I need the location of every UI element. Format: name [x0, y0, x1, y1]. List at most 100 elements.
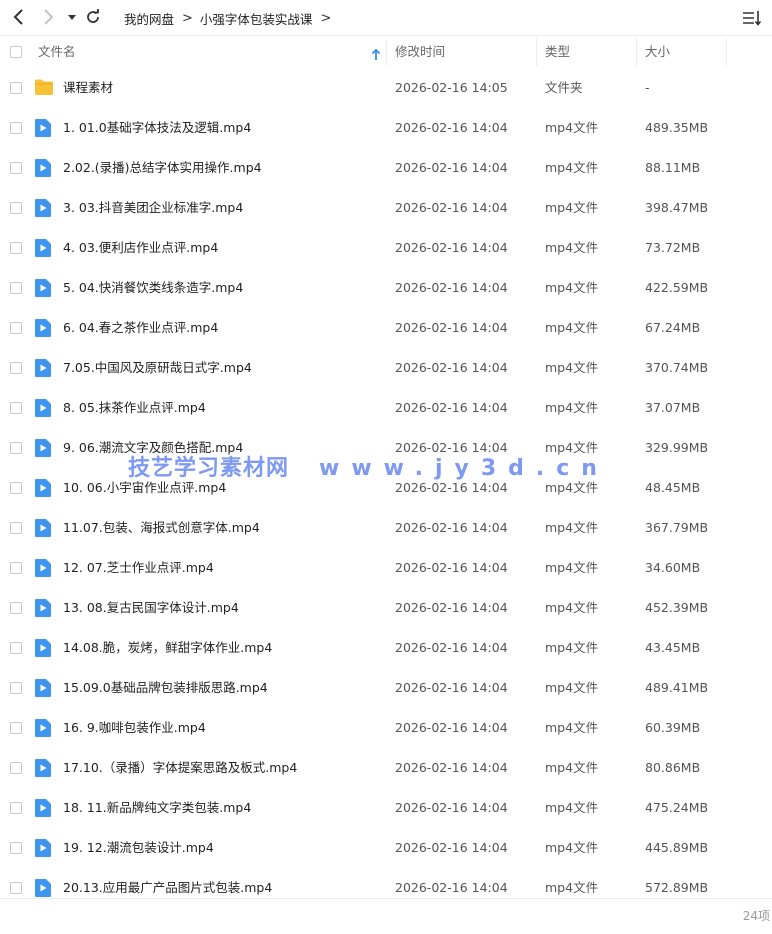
file-row[interactable]: 18. 11.新品牌纯文字类包装.mp4 2026-02-16 14:04 mp4文… — [0, 788, 772, 828]
row-checkbox[interactable] — [10, 522, 22, 534]
file-row[interactable]: 17.10.（录播）字体提案思路及板式.mp4 2026-02-16 14:04 m… — [0, 748, 772, 788]
breadcrumb-item-root[interactable]: 我的网盘 — [124, 9, 174, 28]
column-size[interactable]: 大小 — [645, 36, 670, 68]
row-checkbox[interactable] — [10, 402, 22, 414]
column-type[interactable]: 类型 — [545, 36, 570, 68]
file-row[interactable]: 4. 03.便利店作业点评.mp4 2026-02-16 14:04 mp4文件 73… — [0, 228, 772, 268]
dropdown-caret-icon[interactable] — [61, 5, 83, 29]
file-row[interactable]: 8. 05.抹茶作业点评.mp4 2026-02-16 14:04 mp4文件 37.… — [0, 388, 772, 428]
file-name[interactable]: 2.02.(录播)总结字体实用操作.mp4 — [63, 148, 262, 188]
file-name[interactable]: 13. 08.复古民国字体设计.mp4 — [63, 588, 239, 628]
file-name[interactable]: 19. 12.潮流包装设计.mp4 — [63, 828, 214, 868]
file-size: 60.39MB — [645, 720, 701, 735]
row-checkbox[interactable] — [10, 242, 22, 254]
row-checkbox[interactable] — [10, 562, 22, 574]
file-type: mp4文件 — [545, 280, 599, 295]
file-row[interactable]: 课程素材 2026-02-16 14:05 文件夹 - — [0, 68, 772, 108]
video-file-icon — [34, 318, 52, 338]
file-size: 370.74MB — [645, 360, 709, 375]
row-checkbox[interactable] — [10, 82, 22, 94]
row-checkbox[interactable] — [10, 122, 22, 134]
column-divider[interactable] — [386, 38, 387, 66]
file-row[interactable]: 6. 04.春之茶作业点评.mp4 2026-02-16 14:04 mp4文件 67… — [0, 308, 772, 348]
file-name[interactable]: 3. 03.抖音美团企业标准字.mp4 — [63, 188, 243, 228]
file-row[interactable]: 15.09.0基础品牌包装排版思路.mp4 2026-02-16 14:04 mp4… — [0, 668, 772, 708]
file-row[interactable]: 19. 12.潮流包装设计.mp4 2026-02-16 14:04 mp4文件 44… — [0, 828, 772, 868]
file-name[interactable]: 15.09.0基础品牌包装排版思路.mp4 — [63, 668, 268, 708]
file-name[interactable]: 14.08.脆，炭烤，鲜甜字体作业.mp4 — [63, 628, 272, 668]
forward-arrow-icon[interactable] — [37, 5, 59, 29]
file-modified: 2026-02-16 14:04 — [395, 640, 508, 655]
file-modified: 2026-02-16 14:04 — [395, 520, 508, 535]
video-file-icon — [34, 358, 52, 378]
file-name[interactable]: 1. 01.0基础字体技法及逻辑.mp4 — [63, 108, 251, 148]
row-checkbox[interactable] — [10, 802, 22, 814]
file-name[interactable]: 8. 05.抹茶作业点评.mp4 — [63, 388, 206, 428]
row-checkbox[interactable] — [10, 682, 22, 694]
file-size: 452.39MB — [645, 600, 709, 615]
refresh-icon[interactable] — [82, 5, 104, 29]
row-checkbox[interactable] — [10, 442, 22, 454]
row-checkbox[interactable] — [10, 482, 22, 494]
file-row[interactable]: 14.08.脆，炭烤，鲜甜字体作业.mp4 2026-02-16 14:04 mp4… — [0, 628, 772, 668]
file-modified: 2026-02-16 14:04 — [395, 320, 508, 335]
file-size: - — [645, 80, 650, 95]
file-row[interactable]: 3. 03.抖音美团企业标准字.mp4 2026-02-16 14:04 mp4文件… — [0, 188, 772, 228]
file-size: 80.86MB — [645, 760, 701, 775]
sort-up-arrow-icon[interactable] — [371, 46, 381, 60]
row-checkbox[interactable] — [10, 842, 22, 854]
file-modified: 2026-02-16 14:04 — [395, 240, 508, 255]
file-name[interactable]: 7.05.中国风及原研哉日式字.mp4 — [63, 348, 252, 388]
row-checkbox[interactable] — [10, 282, 22, 294]
file-row[interactable]: 11.07.包装、海报式创意字体.mp4 2026-02-16 14:04 mp4文… — [0, 508, 772, 548]
file-name[interactable]: 16. 9.咖啡包装作业.mp4 — [63, 708, 206, 748]
column-modified[interactable]: 修改时间 — [395, 36, 445, 68]
row-checkbox[interactable] — [10, 882, 22, 894]
column-divider[interactable] — [636, 38, 637, 66]
column-divider[interactable] — [726, 38, 727, 66]
file-row[interactable]: 7.05.中国风及原研哉日式字.mp4 2026-02-16 14:04 mp4文件… — [0, 348, 772, 388]
file-name[interactable]: 课程素材 — [63, 68, 113, 108]
select-all-checkbox[interactable] — [10, 46, 22, 58]
row-checkbox[interactable] — [10, 722, 22, 734]
file-name[interactable]: 11.07.包装、海报式创意字体.mp4 — [63, 508, 260, 548]
file-type: mp4文件 — [545, 840, 599, 855]
file-row[interactable]: 5. 04.快消餐饮类线条造字.mp4 2026-02-16 14:04 mp4文件… — [0, 268, 772, 308]
file-type: mp4文件 — [545, 680, 599, 695]
file-modified: 2026-02-16 14:04 — [395, 680, 508, 695]
breadcrumb-item-current[interactable]: 小强字体包装实战课 — [200, 9, 313, 28]
video-file-icon — [34, 118, 52, 138]
file-row[interactable]: 16. 9.咖啡包装作业.mp4 2026-02-16 14:04 mp4文件 60.… — [0, 708, 772, 748]
column-name[interactable]: 文件名 — [38, 36, 76, 68]
row-checkbox[interactable] — [10, 602, 22, 614]
breadcrumb: 我的网盘 > 小强字体包装实战课 > — [124, 0, 338, 36]
sort-list-icon[interactable] — [742, 9, 762, 27]
file-name[interactable]: 12. 07.芝士作业点评.mp4 — [63, 548, 214, 588]
row-checkbox[interactable] — [10, 322, 22, 334]
row-checkbox[interactable] — [10, 162, 22, 174]
toolbar: 我的网盘 > 小强字体包装实战课 > — [0, 0, 772, 36]
file-type: mp4文件 — [545, 520, 599, 535]
file-size: 67.24MB — [645, 320, 701, 335]
file-name[interactable]: 4. 03.便利店作业点评.mp4 — [63, 228, 218, 268]
file-size: 34.60MB — [645, 560, 701, 575]
file-row[interactable]: 2.02.(录播)总结字体实用操作.mp4 2026-02-16 14:04 mp4… — [0, 148, 772, 188]
column-divider[interactable] — [536, 38, 537, 66]
watermark-text: 技艺学习素材网 — [128, 456, 290, 481]
file-name[interactable]: 18. 11.新品牌纯文字类包装.mp4 — [63, 788, 251, 828]
file-modified: 2026-02-16 14:04 — [395, 760, 508, 775]
video-file-icon — [34, 198, 52, 218]
file-name[interactable]: 6. 04.春之茶作业点评.mp4 — [63, 308, 218, 348]
row-checkbox[interactable] — [10, 642, 22, 654]
file-name[interactable]: 5. 04.快消餐饮类线条造字.mp4 — [63, 268, 243, 308]
file-row[interactable]: 1. 01.0基础字体技法及逻辑.mp4 2026-02-16 14:04 mp4文… — [0, 108, 772, 148]
file-modified: 2026-02-16 14:04 — [395, 400, 508, 415]
file-row[interactable]: 13. 08.复古民国字体设计.mp4 2026-02-16 14:04 mp4文件… — [0, 588, 772, 628]
row-checkbox[interactable] — [10, 362, 22, 374]
row-checkbox[interactable] — [10, 202, 22, 214]
file-row[interactable]: 12. 07.芝士作业点评.mp4 2026-02-16 14:04 mp4文件 34… — [0, 548, 772, 588]
row-checkbox[interactable] — [10, 762, 22, 774]
file-name[interactable]: 17.10.（录播）字体提案思路及板式.mp4 — [63, 748, 297, 788]
file-modified: 2026-02-16 14:04 — [395, 200, 508, 215]
back-arrow-icon[interactable] — [8, 5, 30, 29]
